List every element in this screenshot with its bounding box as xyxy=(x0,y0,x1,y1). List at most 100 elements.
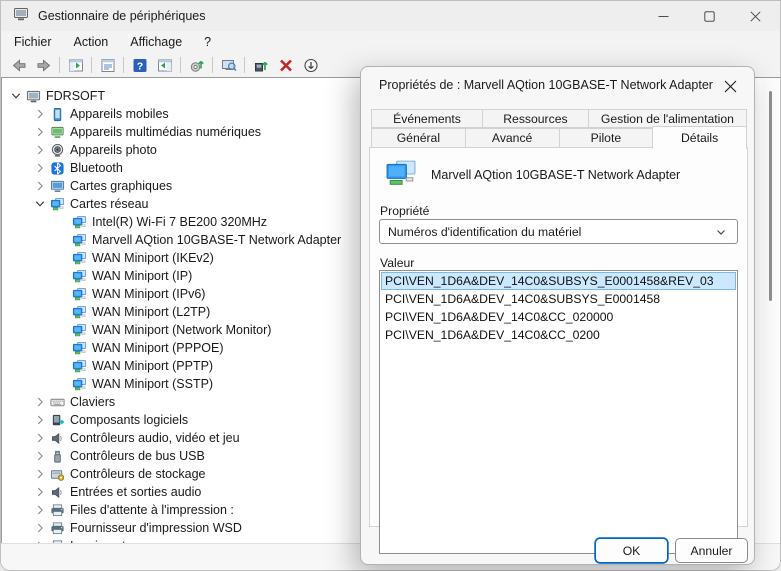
tree-item-label: WAN Miniport (PPTP) xyxy=(92,359,213,373)
network-icon xyxy=(71,268,87,284)
chevron-right-icon[interactable] xyxy=(32,124,48,140)
network-icon xyxy=(71,358,87,374)
back-button[interactable] xyxy=(6,54,31,76)
update-driver-button[interactable] xyxy=(248,54,273,76)
help-button[interactable]: ? xyxy=(127,54,152,76)
value-item[interactable]: PCI\VEN_1D6A&DEV_14C0&CC_0200 xyxy=(381,326,736,344)
chevron-right-icon[interactable] xyxy=(32,484,48,500)
toolbar-separator xyxy=(123,57,124,73)
tab-pilote[interactable]: Pilote xyxy=(559,128,654,148)
scan-hardware-button[interactable] xyxy=(184,54,209,76)
tree-item-label: Files d'attente à l'impression : xyxy=(70,503,234,517)
action-pane-button[interactable] xyxy=(152,54,177,76)
svg-text:?: ? xyxy=(136,60,142,72)
network-icon xyxy=(71,376,87,392)
chevron-spacer xyxy=(54,322,70,338)
cancel-button[interactable]: Annuler xyxy=(675,538,748,563)
tab-avancé[interactable]: Avancé xyxy=(465,128,560,148)
chevron-right-icon[interactable] xyxy=(32,142,48,158)
network-icon xyxy=(71,232,87,248)
uninstall-device-button[interactable] xyxy=(273,54,298,76)
tab-ressources[interactable]: Ressources xyxy=(482,109,589,128)
remote-desktop-button[interactable] xyxy=(216,54,241,76)
network-icon xyxy=(71,304,87,320)
storage-icon xyxy=(49,466,65,482)
property-label: Propriété xyxy=(380,204,429,218)
minimize-button[interactable] xyxy=(640,1,686,31)
console-tree-button[interactable] xyxy=(63,54,88,76)
chevron-spacer xyxy=(54,214,70,230)
menu-[interactable]: ? xyxy=(201,33,222,51)
mobile-icon xyxy=(49,106,65,122)
chevron-right-icon[interactable] xyxy=(32,394,48,410)
printer-icon xyxy=(49,520,65,536)
property-dropdown[interactable]: Numéros d'identification du matériel xyxy=(379,219,738,244)
toolbar-separator xyxy=(59,57,60,73)
tab-événements[interactable]: Événements xyxy=(371,109,483,128)
chevron-right-icon[interactable] xyxy=(32,520,48,536)
chevron-right-icon[interactable] xyxy=(32,502,48,518)
chevron-down-icon[interactable] xyxy=(8,88,24,104)
network-icon xyxy=(71,322,87,338)
action-pane-icon xyxy=(157,57,173,73)
chevron-right-icon[interactable] xyxy=(32,466,48,482)
tree-item-label: Entrées et sorties audio xyxy=(70,485,201,499)
tree-item-label: Cartes réseau xyxy=(70,197,149,211)
screen: Gestionnaire de périphériques Fichier Act… xyxy=(0,0,781,571)
network-icon xyxy=(71,286,87,302)
chevron-right-icon[interactable] xyxy=(32,430,48,446)
ok-button[interactable]: OK xyxy=(595,538,668,563)
properties-icon xyxy=(100,57,116,73)
computer-icon xyxy=(13,6,29,22)
dialog-close-button[interactable] xyxy=(716,74,744,99)
chevron-spacer xyxy=(54,250,70,266)
toolbar-separator xyxy=(180,57,181,73)
scrollbar-thumb[interactable] xyxy=(769,91,772,301)
chevron-spacer xyxy=(54,376,70,392)
tab-détails[interactable]: Détails xyxy=(652,126,747,149)
tree-item-label: Appareils photo xyxy=(70,143,157,157)
chevron-right-icon[interactable] xyxy=(32,448,48,464)
chevron-right-icon[interactable] xyxy=(32,160,48,176)
chevron-down-icon[interactable] xyxy=(32,196,48,212)
media-icon xyxy=(49,124,65,140)
value-item[interactable]: PCI\VEN_1D6A&DEV_14C0&CC_020000 xyxy=(381,308,736,326)
window-controls xyxy=(640,1,778,31)
tab-général[interactable]: Général xyxy=(371,128,466,148)
menu-bar: Fichier Action Affichage? xyxy=(1,31,780,53)
software-icon xyxy=(49,412,65,428)
tree-item-label: WAN Miniport (Network Monitor) xyxy=(92,323,271,337)
menu-fichier[interactable]: Fichier xyxy=(11,33,63,51)
close-button[interactable] xyxy=(732,1,778,31)
maximize-button[interactable] xyxy=(686,1,732,31)
forward-button[interactable] xyxy=(31,54,56,76)
chevron-right-icon[interactable] xyxy=(32,178,48,194)
speaker-icon xyxy=(49,430,65,446)
tree-item-label: WAN Miniport (IPv6) xyxy=(92,287,205,301)
disable-device-button[interactable] xyxy=(298,54,323,76)
tree-item-label: Appareils mobiles xyxy=(70,107,169,121)
chevron-right-icon[interactable] xyxy=(32,106,48,122)
console-tree-icon xyxy=(68,57,84,73)
properties-button[interactable] xyxy=(95,54,120,76)
chevron-right-icon[interactable] xyxy=(32,412,48,428)
tree-scrollbar[interactable] xyxy=(762,78,779,543)
display-icon xyxy=(49,178,65,194)
value-item[interactable]: PCI\VEN_1D6A&DEV_14C0&SUBSYS_E0001458 xyxy=(381,290,736,308)
help-icon: ? xyxy=(132,57,148,73)
printer-icon xyxy=(49,502,65,518)
window-title: Gestionnaire de périphériques xyxy=(38,9,205,23)
tree-item-label: Contrôleurs de bus USB xyxy=(70,449,205,463)
network-icon xyxy=(71,340,87,356)
tree-item-label: WAN Miniport (SSTP) xyxy=(92,377,213,391)
toolbar-separator xyxy=(212,57,213,73)
chevron-spacer xyxy=(54,340,70,356)
titlebar: Gestionnaire de périphériques xyxy=(1,1,780,31)
bluetooth-icon xyxy=(49,160,65,176)
menu-action[interactable]: Action xyxy=(71,33,120,51)
tree-item-label: Intel(R) Wi-Fi 7 BE200 320MHz xyxy=(92,215,267,229)
menu-affichage[interactable]: Affichage xyxy=(127,33,193,51)
value-listbox[interactable]: PCI\VEN_1D6A&DEV_14C0&SUBSYS_E0001458&RE… xyxy=(379,270,738,554)
value-item[interactable]: PCI\VEN_1D6A&DEV_14C0&SUBSYS_E0001458&RE… xyxy=(381,272,736,290)
usb-icon xyxy=(49,448,65,464)
